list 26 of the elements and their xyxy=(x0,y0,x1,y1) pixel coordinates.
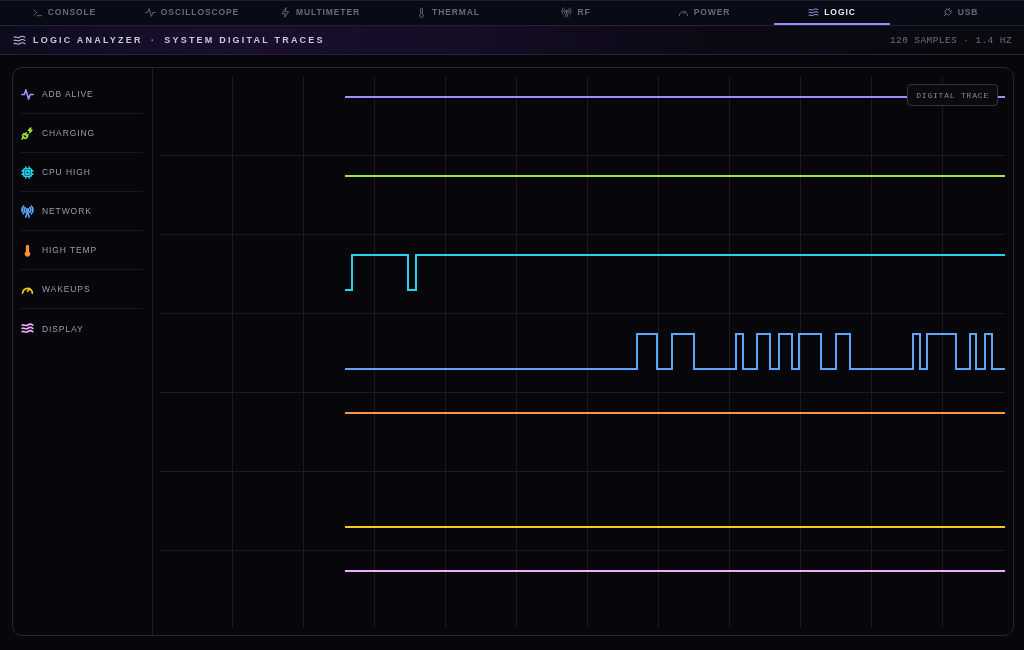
tab[interactable]: THERMAL xyxy=(390,1,506,25)
channel-name: HIGH TEMP xyxy=(42,245,98,255)
tab[interactable]: RF xyxy=(518,1,634,25)
tab[interactable]: POWER xyxy=(646,1,762,25)
channel-name: CPU HIGH xyxy=(42,167,91,177)
pulse-icon xyxy=(144,6,156,18)
sample-rate-info: 120 SAMPLES · 1.4 HZ xyxy=(889,34,1012,46)
tab[interactable]: USB xyxy=(902,1,1018,25)
terminal-icon xyxy=(31,6,43,18)
channel-name: CHARGING xyxy=(42,128,95,138)
title-separator: · xyxy=(150,34,155,46)
tab[interactable]: CONSOLE xyxy=(6,1,122,25)
tab[interactable]: OSCILLOSCOPE xyxy=(134,1,250,25)
antenna-icon xyxy=(561,6,573,18)
plug-icon xyxy=(941,6,953,18)
waves-icon xyxy=(808,6,820,18)
bolt-icon xyxy=(279,6,291,18)
waves-icon xyxy=(13,33,26,47)
tab[interactable]: MULTIMETER xyxy=(262,1,378,25)
channel-name: DISPLAY xyxy=(42,323,84,334)
channel-name: NETWORK xyxy=(42,206,92,216)
channel-name: ADB ALIVE xyxy=(42,89,94,99)
panel-title: LOGIC ANALYZER xyxy=(33,35,143,45)
channel-name: WAKEUPS xyxy=(42,284,91,294)
panel-subtitle: SYSTEM DIGITAL TRACES xyxy=(164,35,325,45)
trace-tag: DIGITAL TRACE xyxy=(907,84,998,106)
